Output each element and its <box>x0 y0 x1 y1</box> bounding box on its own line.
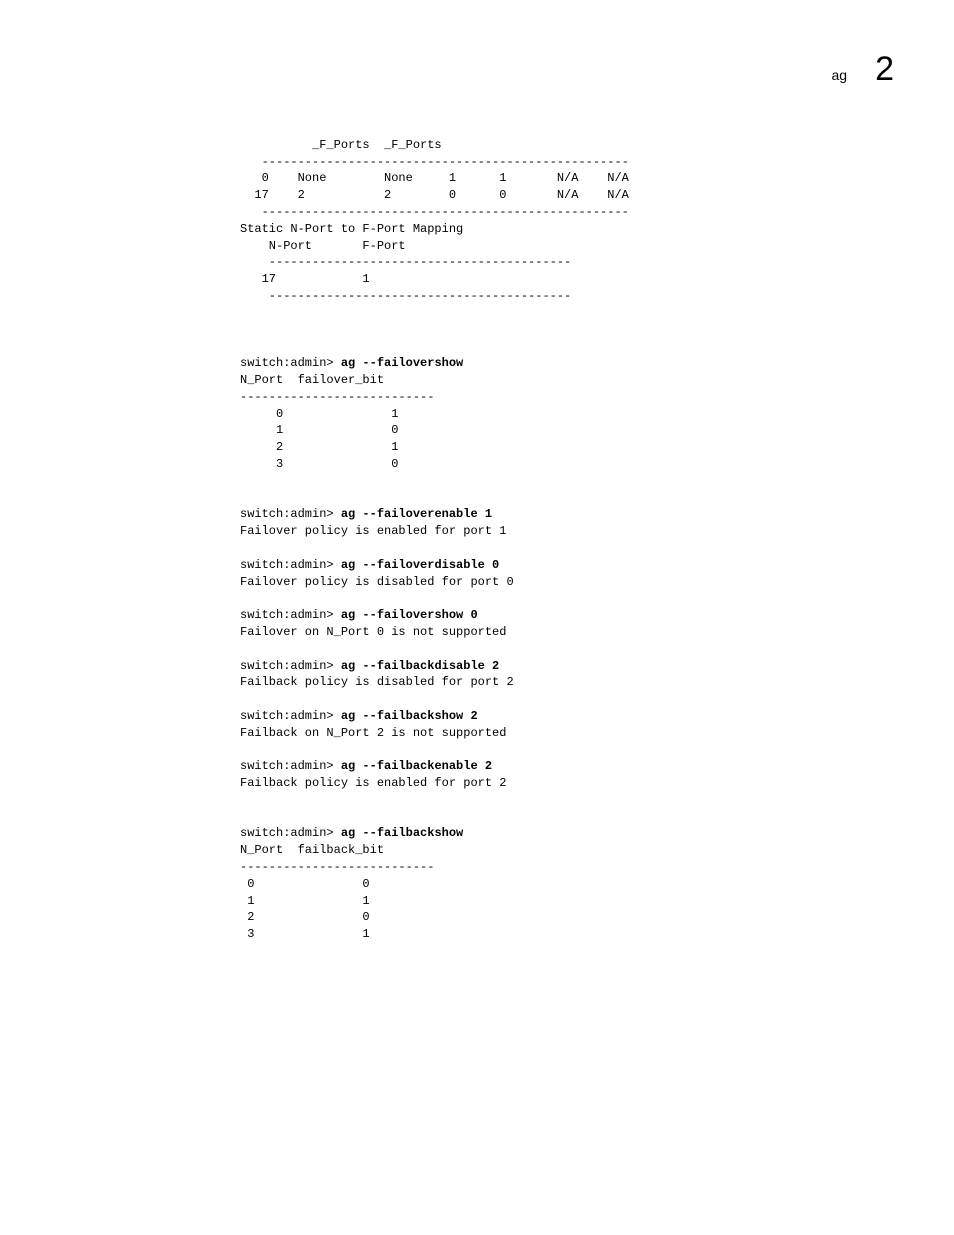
block4-row0: 0 0 <box>240 877 370 891</box>
block2-header: N_Port failover_bit <box>240 373 384 387</box>
block2-row3: 3 0 <box>240 457 398 471</box>
block3-prompt4: switch:admin> <box>240 659 341 673</box>
block3-cmd2: ag --failoverdisable 0 <box>341 558 499 572</box>
block3-prompt3: switch:admin> <box>240 608 341 622</box>
block1-cols: N-Port F-Port <box>240 239 406 253</box>
block3-prompt6: switch:admin> <box>240 759 341 773</box>
block4-prompt: switch:admin> <box>240 826 341 840</box>
block2-row0: 0 1 <box>240 407 398 421</box>
block2-dash: --------------------------- <box>240 390 434 404</box>
terminal-output: _F_Ports _F_Ports ----------------------… <box>240 120 629 943</box>
block3-cmd6: ag --failbackenable 2 <box>341 759 492 773</box>
block4-row2: 2 0 <box>240 910 370 924</box>
block2-prompt: switch:admin> <box>240 356 341 370</box>
block1-divider2: ----------------------------------------… <box>240 205 629 219</box>
block4-row3: 3 1 <box>240 927 370 941</box>
page-header: ag 2 <box>832 50 895 89</box>
block3-prompt5: switch:admin> <box>240 709 341 723</box>
chapter-number: 2 <box>875 50 894 89</box>
block3-out2: Failover policy is disabled for port 0 <box>240 575 514 589</box>
block1-row1: 17 2 2 0 0 N/A N/A <box>240 188 629 202</box>
block3-cmd1: ag --failoverenable 1 <box>341 507 492 521</box>
block4-dash: --------------------------- <box>240 860 434 874</box>
block3-out3: Failover on N_Port 0 is not supported <box>240 625 506 639</box>
block3-out5: Failback on N_Port 2 is not supported <box>240 726 506 740</box>
block1-title: Static N-Port to F-Port Mapping <box>240 222 463 236</box>
block2-cmd: ag --failovershow <box>341 356 463 370</box>
block3-out1: Failover policy is enabled for port 1 <box>240 524 506 538</box>
block1-divider3: ----------------------------------------… <box>240 255 571 269</box>
block1-divider4: ----------------------------------------… <box>240 289 571 303</box>
block3-cmd5: ag --failbackshow 2 <box>341 709 478 723</box>
block1-map-row: 17 1 <box>240 272 370 286</box>
block3-prompt1: switch:admin> <box>240 507 341 521</box>
block1-heading: _F_Ports _F_Ports <box>240 138 442 152</box>
block2-row1: 1 0 <box>240 423 398 437</box>
block4-row1: 1 1 <box>240 894 370 908</box>
block3-prompt2: switch:admin> <box>240 558 341 572</box>
block3-cmd3: ag --failovershow 0 <box>341 608 478 622</box>
block3-out6: Failback policy is enabled for port 2 <box>240 776 506 790</box>
block4-cmd: ag --failbackshow <box>341 826 463 840</box>
block1-row0: 0 None None 1 1 N/A N/A <box>240 171 629 185</box>
block3-out4: Failback policy is disabled for port 2 <box>240 675 514 689</box>
block4-header: N_Port failback_bit <box>240 843 384 857</box>
block3-cmd4: ag --failbackdisable 2 <box>341 659 499 673</box>
block2-row2: 2 1 <box>240 440 398 454</box>
block1-divider: ----------------------------------------… <box>240 155 629 169</box>
header-command: ag <box>832 67 848 83</box>
